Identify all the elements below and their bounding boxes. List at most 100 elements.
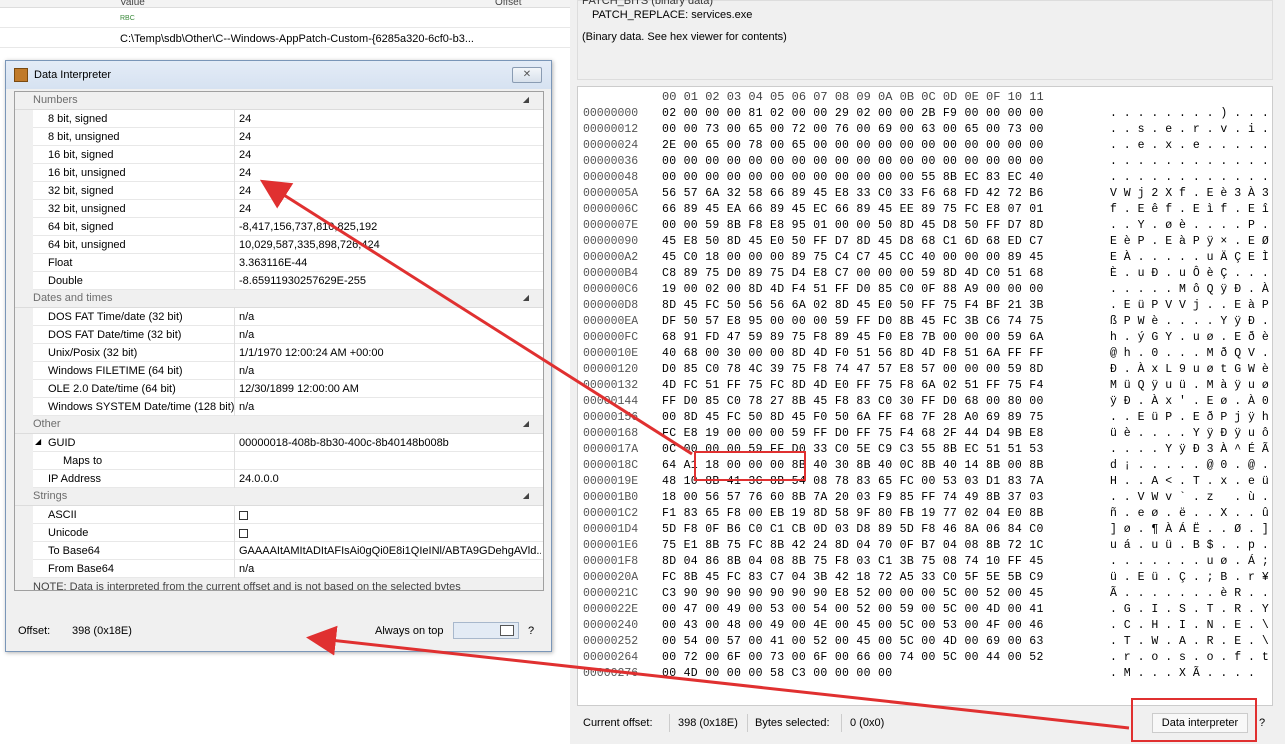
hex-ascii[interactable]: V W j 2 X f . E è 3 À 3 ö h ý B r ¶ (1110, 187, 1272, 200)
hex-ascii[interactable]: ñ . e ø . ë . . X . . û . w . . à . (1110, 507, 1272, 520)
hex-bytes[interactable]: FC E8 19 00 00 00 59 FF D0 FF 75 F4 68 2… (662, 427, 1044, 440)
hex-ascii[interactable]: . . s . e . r . v . i . c . e . s . (1110, 123, 1272, 136)
property-row[interactable]: 8 bit, unsigned 24 (15, 128, 543, 146)
hex-ascii[interactable]: . C . H . I . N . E . \ . S . O . F (1110, 619, 1272, 632)
hex-ascii[interactable]: u á . u ü . B $ . . p . · . . . r . (1110, 539, 1272, 552)
hex-ascii[interactable]: . M . . . X Ã . . . . (1110, 667, 1255, 680)
property-row[interactable]: OLE 2.0 Date/time (64 bit) 12/30/1899 12:… (15, 380, 543, 398)
hex-bytes[interactable]: FF D0 85 C0 78 27 8B 45 F8 83 C0 30 FF D… (662, 395, 1044, 408)
property-row[interactable]: Float 3.363116E-44 (15, 254, 543, 272)
category-numbers[interactable]: Numbers ◢ (15, 92, 543, 110)
property-row[interactable]: From Base64 n/a (15, 560, 543, 578)
property-row[interactable]: Windows FILETIME (64 bit) n/a (15, 362, 543, 380)
hex-ascii[interactable]: @ h . 0 . . . M ð Q V . M ø Q j ÿ ÿ (1110, 347, 1272, 360)
hex-bytes[interactable]: 19 00 02 00 8D 4D F4 51 FF D0 85 C0 0F 8… (662, 283, 1044, 296)
hex-ascii[interactable]: . G . I . S . T . R . Y . \ . M . A (1110, 603, 1272, 616)
hex-ascii[interactable]: ß P W è . . . . Y ÿ Ð . E ü ; Æ t u (1110, 315, 1272, 328)
hex-row[interactable]: 00000168 FC E8 19 00 00 00 59 FF D0 FF 75… (578, 427, 1272, 443)
hex-bytes[interactable]: 5D F8 0F B6 C0 C1 CB 0D 03 D8 89 5D F8 4… (662, 523, 1044, 536)
hex-bytes[interactable]: 00 72 00 6F 00 73 00 6F 00 66 00 74 00 5… (662, 651, 1044, 664)
hex-bytes[interactable]: 8D 45 FC 50 56 56 6A 02 8D 45 E0 50 FF 7… (662, 299, 1044, 312)
hex-row[interactable]: 00000156 00 8D 45 FC 50 8D 45 F0 50 6A FF… (578, 411, 1272, 427)
property-row[interactable]: 8 bit, signed 24 (15, 110, 543, 128)
hex-row[interactable]: 00000240 00 43 00 48 00 49 00 4E 00 45 00… (578, 619, 1272, 635)
hex-row[interactable]: 0000010E 40 68 00 30 00 00 8D 4D F0 51 56… (578, 347, 1272, 363)
hex-ascii[interactable]: . . . . Y ÿ Ð 3 À ^ É Ã U . ì Q Q S (1110, 443, 1272, 456)
hex-row[interactable]: 0000018C 64 A1 18 00 00 00 8B 40 30 8B 40… (578, 459, 1272, 475)
hex-row[interactable]: 000001B0 18 00 56 57 76 60 8B 7A 20 03 F9… (578, 491, 1272, 507)
hex-bytes[interactable]: 66 89 45 EA 66 89 45 EC 66 89 45 EE 89 7… (662, 203, 1044, 216)
hex-row[interactable]: 0000006C 66 89 45 EA 66 89 45 EC 66 89 45… (578, 203, 1272, 219)
hex-bytes[interactable]: 56 57 6A 32 58 66 89 45 E8 33 C0 33 F6 6… (662, 187, 1044, 200)
hex-ascii[interactable]: . . . . . . . u ø . Á ; u . t . ÿ E (1110, 555, 1272, 568)
hex-row[interactable]: 00000024 2E 00 65 00 78 00 65 00 00 00 00… (578, 139, 1272, 155)
category-other[interactable]: Other ◢ (15, 416, 543, 434)
hex-ascii[interactable]: ü . E ü . Ç . ; B . r ¥ 3 À _ ^ [ É (1110, 571, 1272, 584)
hex-bytes[interactable]: 00 00 00 00 00 00 00 00 00 00 00 00 55 8… (662, 171, 1044, 184)
property-row[interactable]: 16 bit, unsigned 24 (15, 164, 543, 182)
hex-bytes[interactable]: 00 54 00 57 00 41 00 52 00 45 00 5C 00 4… (662, 635, 1044, 648)
hex-ascii[interactable]: ] ø . ¶ À Á Ë . . Ø . ] ø F . . . À (1110, 523, 1272, 536)
help-button[interactable]: ? (1259, 717, 1265, 729)
hex-ascii[interactable]: . r . o . s . o . f . t . \ . D . R (1110, 651, 1272, 664)
hex-ascii[interactable]: ÿ Ð . À x ' . E ø . À 0 ÿ Ð h . . . (1110, 395, 1272, 408)
checkbox[interactable] (239, 510, 248, 520)
property-row[interactable]: ASCII (15, 506, 543, 524)
hex-ascii[interactable]: H . . A < . T . x . e ü . S . Ñ . z (1110, 475, 1272, 488)
hex-bytes[interactable]: DF 50 57 E8 95 00 00 00 59 FF D0 8B 45 F… (662, 315, 1044, 328)
hex-row[interactable]: 00000048 00 00 00 00 00 00 00 00 00 00 00… (578, 171, 1272, 187)
property-row[interactable]: 32 bit, signed 24 (15, 182, 543, 200)
hex-row[interactable]: 00000012 00 00 73 00 65 00 72 00 76 00 69… (578, 123, 1272, 139)
hex-ascii[interactable]: Ð . À x L 9 u ø t G W è W . . . Y . (1110, 363, 1272, 376)
hex-bytes[interactable]: D0 85 C0 78 4C 39 75 F8 74 47 57 E8 57 0… (662, 363, 1044, 376)
property-row[interactable]: Unicode (15, 524, 543, 542)
collapse-icon[interactable]: ◢ (523, 419, 529, 428)
property-row[interactable]: IP Address 24.0.0.0 (15, 470, 543, 488)
hex-bytes[interactable]: 8D 04 86 8B 04 08 8B 75 F8 03 C1 3B 75 0… (662, 555, 1044, 568)
table-row[interactable]: C:\Temp\sdb\Other\C--Windows-AppPatch-Cu… (0, 30, 570, 48)
checkbox-value[interactable] (239, 509, 541, 521)
hex-ascii[interactable]: . E ü P V V j . . E à P ÿ u ô ¿ ! ; (1110, 299, 1272, 312)
hex-ascii[interactable]: h . ý G Y . u ø . E ð è { . . . Y j (1110, 331, 1272, 344)
hex-ascii[interactable]: E è P . E à P ÿ × . E Ø h Á m h í Ç (1110, 235, 1272, 248)
hex-viewer[interactable]: 00 01 02 03 04 05 06 07 08 09 0A 0B 0C 0… (577, 86, 1273, 706)
dialog-titlebar[interactable]: Data Interpreter ✕ (6, 61, 551, 89)
property-row[interactable]: ◢ GUID 00000018-408b-8b30-400c-8b40148b008… (15, 434, 543, 452)
hex-row[interactable]: 00000000 02 00 00 00 81 02 00 00 29 02 00… (578, 107, 1272, 123)
hex-row[interactable]: 000001C2 F1 83 65 F8 00 EB 19 8D 58 9F 80… (578, 507, 1272, 523)
checkbox[interactable] (239, 528, 248, 538)
hex-ascii[interactable]: . T . W . A . R . E . \ . M . i . c (1110, 635, 1272, 648)
hex-row[interactable]: 00000120 D0 85 C0 78 4C 39 75 F8 74 47 57… (578, 363, 1272, 379)
hex-ascii[interactable]: ü è . . . . Y ÿ Ð ÿ u ô h / D Ô . è (1110, 427, 1272, 440)
hex-row[interactable]: 00000036 00 00 00 00 00 00 00 00 00 00 00… (578, 155, 1272, 171)
hex-bytes[interactable]: FC 8B 45 FC 83 C7 04 3B 42 18 72 A5 33 C… (662, 571, 1044, 584)
hex-bytes[interactable]: C8 89 75 D0 89 75 D4 E8 C7 00 00 00 59 8… (662, 267, 1044, 280)
hex-ascii[interactable]: . . E ü P . E ð P j ÿ h . ( i . u (1110, 411, 1272, 424)
collapse-icon[interactable]: ◢ (523, 95, 529, 104)
category-strings[interactable]: Strings ◢ (15, 488, 543, 506)
hex-ascii[interactable]: . . e . x . e . . . . . . . . . . . (1110, 139, 1272, 152)
hex-bytes[interactable]: 02 00 00 00 81 02 00 00 29 02 00 00 2B F… (662, 107, 1044, 120)
always-on-top-toggle[interactable] (453, 622, 519, 639)
checkbox-value[interactable] (239, 527, 541, 539)
hex-bytes[interactable]: F1 83 65 F8 00 EB 19 8D 58 9F 80 FB 19 7… (662, 507, 1044, 520)
hex-bytes[interactable]: 75 E1 8B 75 FC 8B 42 24 8D 04 70 0F B7 0… (662, 539, 1044, 552)
hex-bytes[interactable]: 45 E8 50 8D 45 E0 50 FF D7 8D 45 D8 68 C… (662, 235, 1044, 248)
hex-row[interactable]: 000000C6 19 00 02 00 8D 4D F4 51 FF D0 85… (578, 283, 1272, 299)
hex-ascii[interactable]: È . u Ð . u Ô è Ç . . . Y . M À Q h (1110, 267, 1272, 280)
hex-bytes[interactable]: 4D FC 51 FF 75 FC 8D 4D E0 FF 75 F8 6A 0… (662, 379, 1044, 392)
hex-ascii[interactable]: . . . . . M ô Q ÿ Ð . À . . © . . . (1110, 283, 1272, 296)
expand-icon[interactable]: ◢ (35, 437, 41, 446)
hex-bytes[interactable]: 00 00 00 00 00 00 00 00 00 00 00 00 00 0… (662, 155, 1044, 168)
hex-ascii[interactable]: . . . . . . . . . . . . . . . . . . (1110, 155, 1272, 168)
property-row[interactable]: DOS FAT Time/date (32 bit) n/a (15, 308, 543, 326)
hex-bytes[interactable]: 68 91 FD 47 59 89 75 F8 89 45 F0 E8 7B 0… (662, 331, 1044, 344)
hex-row[interactable]: 000001E6 75 E1 8B 75 FC 8B 42 24 8D 04 70… (578, 539, 1272, 555)
table-row[interactable]: RBC (0, 10, 570, 28)
hex-bytes[interactable]: 00 00 73 00 65 00 72 00 76 00 69 00 63 0… (662, 123, 1044, 136)
hex-bytes[interactable]: 00 4D 00 00 00 58 C3 00 00 00 00 (662, 667, 892, 680)
hex-row[interactable]: 00000090 45 E8 50 8D 45 E0 50 FF D7 8D 45… (578, 235, 1272, 251)
hex-row[interactable]: 0000017A 0C 00 00 00 59 FF D0 33 C0 5E C9… (578, 443, 1272, 459)
hex-row[interactable]: 000001F8 8D 04 86 8B 04 08 8B 75 F8 03 C1… (578, 555, 1272, 571)
hex-row[interactable]: 0000021C C3 90 90 90 90 90 90 90 E8 52 00… (578, 587, 1272, 603)
